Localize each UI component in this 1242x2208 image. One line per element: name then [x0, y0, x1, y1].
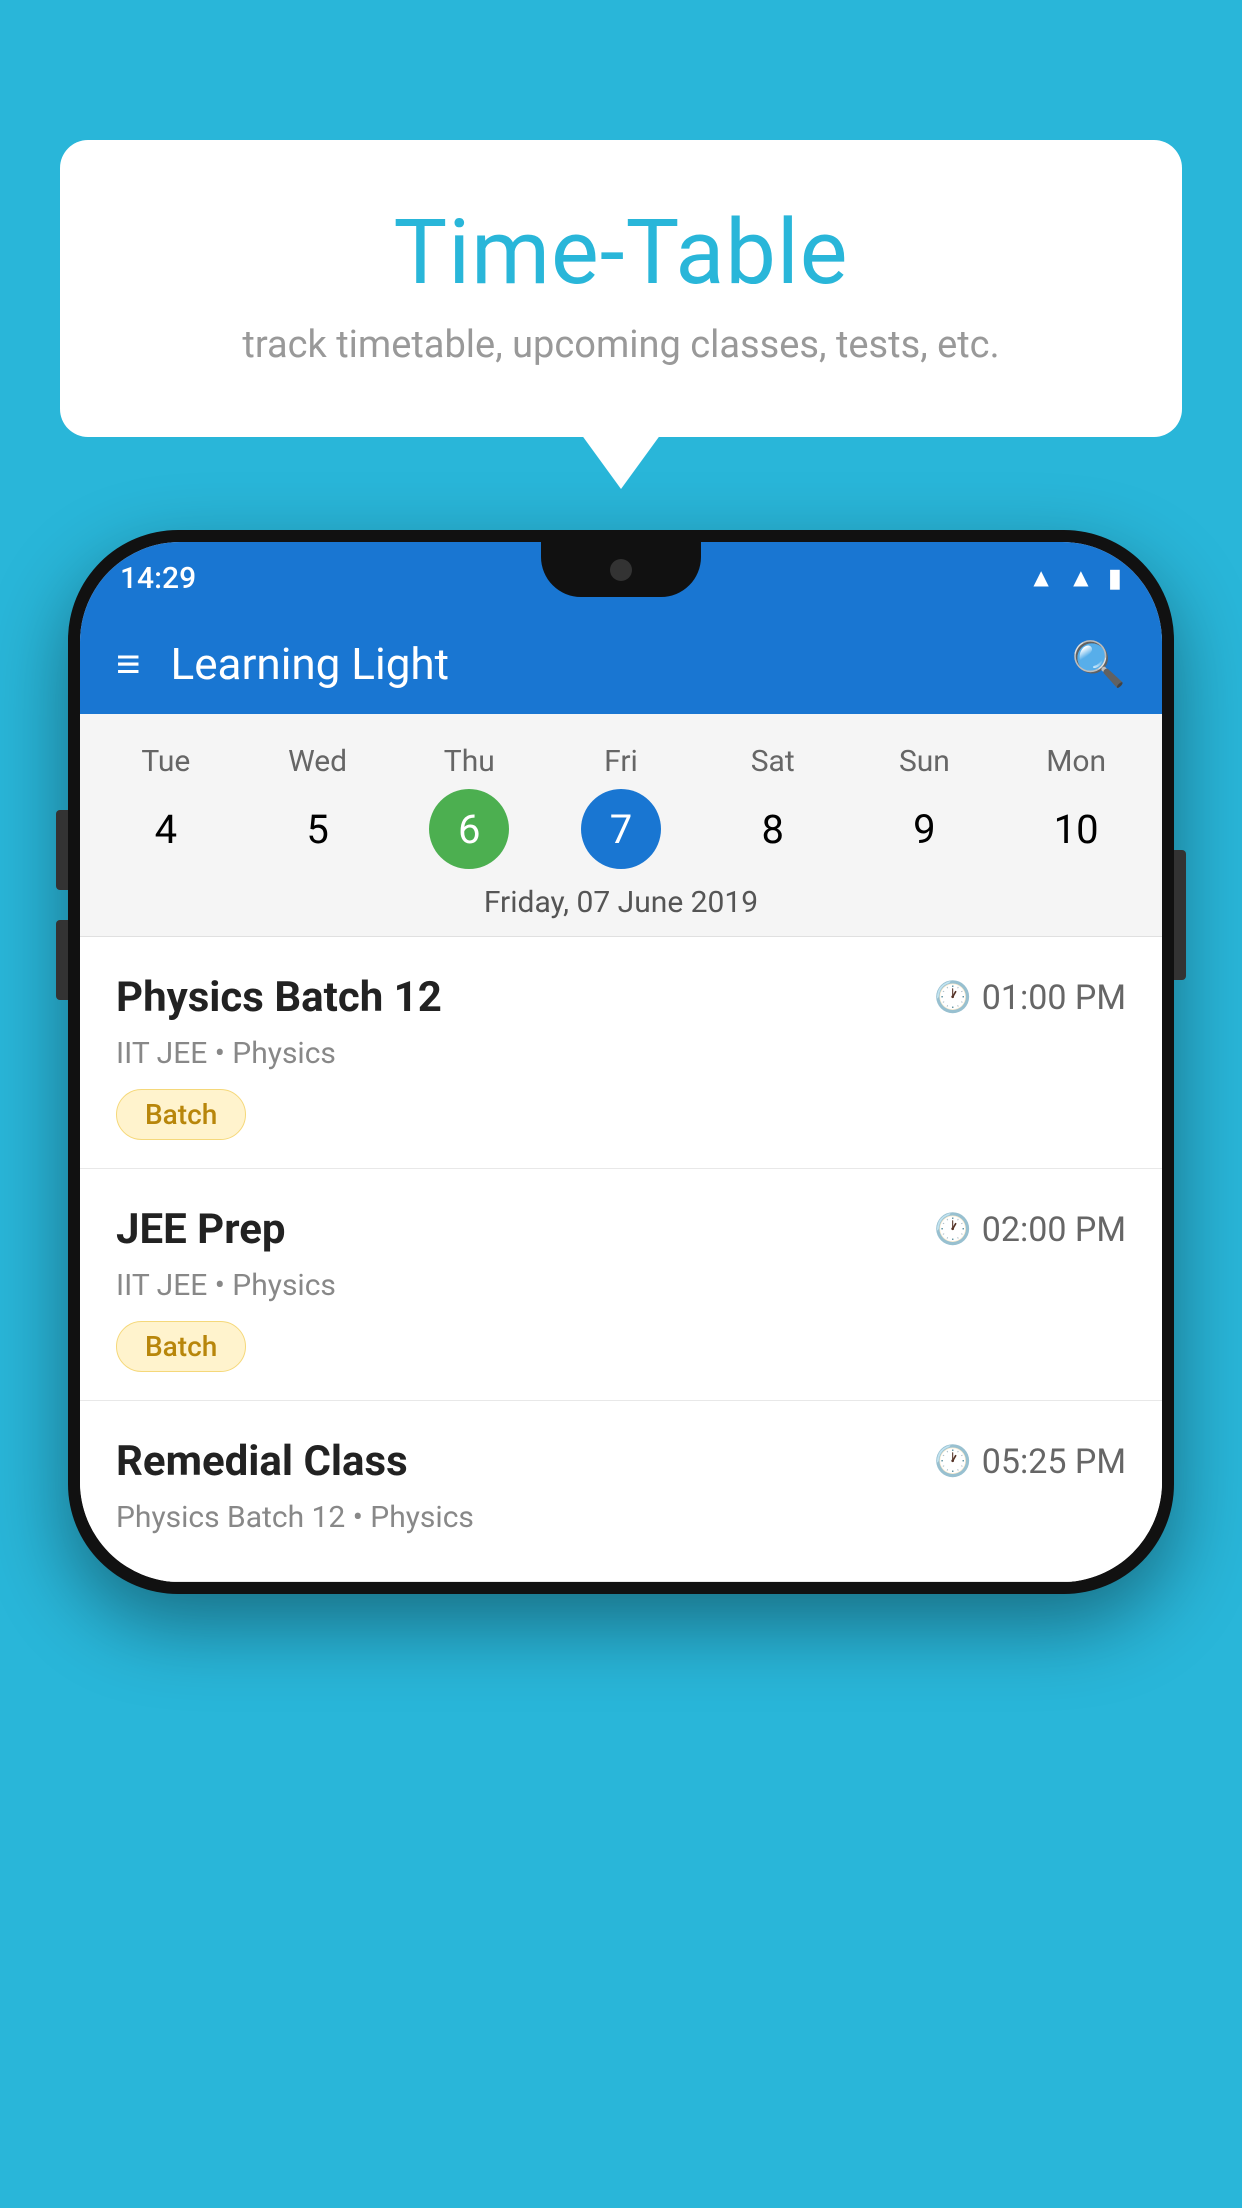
schedule-item-3[interactable]: Remedial Class 🕐 05:25 PM Physics Batch …: [80, 1401, 1162, 1582]
schedule-item-3-header: Remedial Class 🕐 05:25 PM: [116, 1437, 1126, 1486]
phone-frame: 14:29 ▲ ▲ ▮ ≡ Learning Light 🔍 Tue: [68, 530, 1174, 1594]
date-4[interactable]: 4: [90, 789, 242, 869]
camera: [610, 559, 632, 581]
date-7-selected[interactable]: 7: [545, 789, 697, 869]
volume-up-button: [56, 810, 68, 890]
date-9[interactable]: 9: [849, 789, 1001, 869]
schedule-title-3: Remedial Class: [116, 1437, 408, 1486]
clock-icon-1: 🕐: [934, 980, 971, 1015]
schedule-title-2: JEE Prep: [116, 1205, 286, 1254]
batch-badge-1: Batch: [116, 1089, 246, 1140]
schedule-time-1: 🕐 01:00 PM: [934, 978, 1126, 1018]
day-wed: Wed: [242, 734, 394, 789]
schedule-item-2[interactable]: JEE Prep 🕐 02:00 PM IIT JEE • Physics Ba…: [80, 1169, 1162, 1401]
volume-down-button: [56, 920, 68, 1000]
notch: [541, 542, 701, 597]
bubble-title: Time-Table: [140, 200, 1102, 305]
day-sat: Sat: [697, 734, 849, 789]
clock-icon-3: 🕐: [934, 1444, 971, 1479]
intro-card: Time-Table track timetable, upcoming cla…: [60, 140, 1182, 437]
app-title: Learning Light: [171, 638, 1072, 690]
schedule-meta-1: IIT JEE • Physics: [116, 1036, 1126, 1071]
status-time: 14:29: [120, 561, 196, 596]
search-icon[interactable]: 🔍: [1071, 638, 1126, 690]
phone-screen: 14:29 ▲ ▲ ▮ ≡ Learning Light 🔍 Tue: [80, 542, 1162, 1582]
battery-icon: ▮: [1108, 563, 1122, 593]
schedule-item-2-header: JEE Prep 🕐 02:00 PM: [116, 1205, 1126, 1254]
app-header: ≡ Learning Light 🔍: [80, 614, 1162, 714]
power-button: [1174, 850, 1186, 980]
day-mon: Mon: [1000, 734, 1152, 789]
batch-badge-2: Batch: [116, 1321, 246, 1372]
speech-bubble: Time-Table track timetable, upcoming cla…: [60, 140, 1182, 437]
date-6-today[interactable]: 6: [393, 789, 545, 869]
schedule-meta-3: Physics Batch 12 • Physics: [116, 1500, 1126, 1535]
wifi-icon: ▲: [1028, 563, 1054, 594]
schedule-time-3: 🕐 05:25 PM: [934, 1442, 1126, 1482]
day-numbers: 4 5 6 7 8 9: [80, 789, 1162, 869]
bubble-subtitle: track timetable, upcoming classes, tests…: [140, 323, 1102, 367]
selected-date-label: Friday, 07 June 2019: [80, 869, 1162, 937]
time-value-2: 02:00 PM: [982, 1210, 1126, 1250]
day-sun: Sun: [849, 734, 1001, 789]
day-fri: Fri: [545, 734, 697, 789]
schedule-list: Physics Batch 12 🕐 01:00 PM IIT JEE • Ph…: [80, 937, 1162, 1582]
schedule-meta-2: IIT JEE • Physics: [116, 1268, 1126, 1303]
day-thu: Thu: [393, 734, 545, 789]
status-bar: 14:29 ▲ ▲ ▮: [80, 542, 1162, 614]
date-10[interactable]: 10: [1000, 789, 1152, 869]
day-tue: Tue: [90, 734, 242, 789]
schedule-item-1-header: Physics Batch 12 🕐 01:00 PM: [116, 973, 1126, 1022]
day-headers: Tue Wed Thu Fri Sat Sun Mon: [80, 734, 1162, 789]
date-5[interactable]: 5: [242, 789, 394, 869]
schedule-item-1[interactable]: Physics Batch 12 🕐 01:00 PM IIT JEE • Ph…: [80, 937, 1162, 1169]
hamburger-icon[interactable]: ≡: [116, 640, 141, 689]
status-icons: ▲ ▲ ▮: [1028, 563, 1122, 594]
schedule-title-1: Physics Batch 12: [116, 973, 442, 1022]
calendar-strip: Tue Wed Thu Fri Sat Sun Mon 4 5: [80, 714, 1162, 937]
signal-icon: ▲: [1068, 563, 1094, 594]
time-value-1: 01:00 PM: [982, 978, 1126, 1018]
schedule-time-2: 🕐 02:00 PM: [934, 1210, 1126, 1250]
date-8[interactable]: 8: [697, 789, 849, 869]
clock-icon-2: 🕐: [934, 1212, 971, 1247]
phone-mockup: 14:29 ▲ ▲ ▮ ≡ Learning Light 🔍 Tue: [68, 530, 1174, 1594]
time-value-3: 05:25 PM: [982, 1442, 1126, 1482]
